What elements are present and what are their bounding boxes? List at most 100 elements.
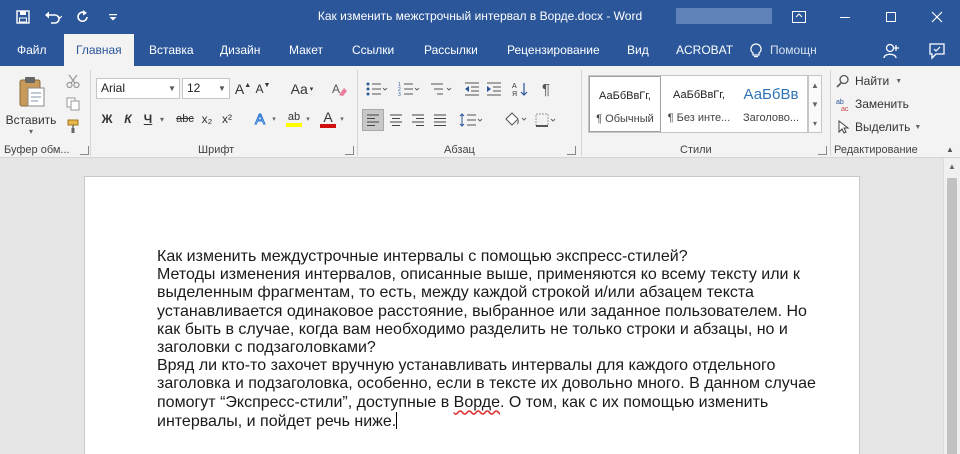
font-launcher-icon[interactable] — [345, 146, 354, 155]
tab-acrobat[interactable]: ACROBAT — [676, 34, 733, 66]
ribbon-tabs: Файл Главная Вставка Дизайн Макет Ссылки… — [0, 34, 960, 67]
text-line: интервалы, и пойдет речь ниже. — [157, 411, 817, 431]
cut-icon[interactable] — [62, 71, 84, 91]
chevron-up-icon[interactable]: ▲ — [809, 76, 821, 95]
styles-gallery-scroll: ▲ ▼ ▾ — [808, 75, 822, 133]
tab-file[interactable]: Файл — [17, 34, 47, 66]
highlight-button[interactable]: ab — [284, 109, 304, 129]
chevron-down-icon[interactable]: ▼ — [165, 79, 179, 98]
select-button[interactable]: Выделить ▼ — [836, 118, 921, 136]
format-painter-icon[interactable] — [62, 116, 84, 136]
document-text[interactable]: Как изменить междустрочные интервалы с п… — [157, 248, 817, 431]
replace-icon: abac — [836, 99, 849, 111]
vertical-scrollbar[interactable]: ▲ — [943, 158, 960, 454]
search-icon — [836, 74, 849, 88]
gallery-more-icon[interactable]: ▾ — [809, 114, 821, 133]
text-line: Вряд ли кто-то захочет вручную устанавли… — [157, 357, 776, 375]
chevron-down-icon[interactable]: ▾ — [304, 109, 312, 129]
tab-design[interactable]: Дизайн — [220, 34, 260, 66]
shrink-font-button[interactable]: A ▼ — [254, 79, 272, 99]
tab-review[interactable]: Рецензирование — [507, 34, 600, 66]
paste-label: Вставить — [5, 113, 57, 127]
tab-mailings[interactable]: Рассылки — [424, 34, 478, 66]
multilevel-list-icon[interactable] — [426, 79, 456, 99]
replace-button[interactable]: ab ac Заменить — [836, 95, 909, 113]
misspelled-word[interactable]: Ворде — [454, 394, 500, 411]
underline-button[interactable]: Ч — [140, 109, 156, 129]
tell-me-search[interactable]: Помощн — [770, 34, 817, 66]
chevron-down-icon: ▼ — [895, 77, 903, 85]
group-divider — [357, 70, 358, 156]
line-spacing-icon[interactable] — [456, 109, 486, 131]
tab-references[interactable]: Ссылки — [352, 34, 394, 66]
chevron-down-icon[interactable]: ▾ — [338, 109, 346, 129]
increase-indent-icon[interactable] — [484, 79, 504, 99]
superscript-button[interactable]: x² — [218, 109, 236, 129]
chevron-down-icon[interactable]: ▾ — [157, 109, 167, 129]
bold-button[interactable]: Ж — [98, 109, 116, 129]
minimize-icon[interactable] — [822, 0, 868, 34]
decrease-indent-icon[interactable] — [462, 79, 482, 99]
text-line: помогут “Экспресс-стили”, доступные в Во… — [157, 394, 817, 412]
sort-icon[interactable]: АЯ — [510, 79, 530, 99]
text-effects-button[interactable]: A — [250, 109, 270, 129]
scroll-up-icon[interactable]: ▲ — [944, 158, 960, 175]
text-line: заголовка и подзаголовка, особенно, если… — [157, 375, 816, 393]
font-size-value: 12 — [187, 81, 201, 95]
chevron-down-icon[interactable]: ▾ — [270, 109, 278, 129]
style-no-spacing[interactable]: АаБбВвГг, ¶ Без инте... — [663, 76, 735, 132]
shading-icon[interactable] — [500, 109, 530, 131]
style-heading-1[interactable]: АаБбВв Заголово... — [735, 76, 807, 132]
share-icon[interactable] — [880, 40, 902, 62]
styles-launcher-icon[interactable] — [818, 146, 827, 155]
align-right-icon[interactable] — [408, 109, 428, 131]
lightbulb-icon — [748, 40, 764, 62]
numbering-icon[interactable]: 123 — [394, 79, 424, 99]
clipboard-launcher-icon[interactable] — [80, 146, 89, 155]
copy-icon[interactable] — [62, 94, 84, 114]
font-size-field[interactable]: 12 ▼ — [182, 78, 230, 99]
chevron-down-icon: ▼ — [914, 123, 922, 131]
borders-icon[interactable] — [532, 109, 562, 131]
maximize-icon[interactable] — [868, 0, 914, 34]
svg-text:A: A — [332, 82, 340, 96]
style-sample: АаБбВвГг, — [673, 89, 725, 101]
justify-icon[interactable] — [430, 109, 450, 131]
align-center-icon[interactable] — [386, 109, 406, 131]
style-sample: АаБбВв — [743, 86, 799, 103]
tab-insert[interactable]: Вставка — [149, 34, 194, 66]
change-case-button[interactable]: Aa ▾ — [288, 79, 316, 99]
font-name-field[interactable]: Arial ▼ — [96, 78, 180, 99]
grow-font-button[interactable]: A ▲ — [234, 79, 252, 99]
strikethrough-button[interactable]: abc — [174, 109, 196, 129]
paste-button[interactable]: Вставить ▾ — [6, 71, 56, 141]
svg-text:ab: ab — [836, 99, 844, 106]
subscript-button[interactable]: x₂ — [198, 109, 216, 129]
document-page[interactable]: Как изменить междустрочные интервалы с п… — [84, 176, 860, 454]
font-color-button[interactable]: A — [318, 109, 338, 129]
pilcrow-icon[interactable]: ¶ — [536, 79, 556, 99]
tab-home[interactable]: Главная — [64, 34, 134, 67]
clear-formatting-icon[interactable]: A — [328, 79, 350, 99]
chevron-down-icon[interactable]: ▼ — [215, 79, 229, 98]
scrollbar-thumb[interactable] — [947, 178, 957, 454]
ribbon-display-options-icon[interactable] — [776, 0, 822, 34]
find-button[interactable]: Найти ▼ — [836, 72, 902, 90]
style-name: ¶ Без инте... — [667, 112, 731, 124]
styles-gallery: АаБбВвГг, ¶ Обычный АаБбВвГг, ¶ Без инте… — [588, 75, 808, 133]
document-area: Как изменить междустрочные интервалы с п… — [0, 158, 960, 454]
italic-button[interactable]: К — [120, 109, 136, 129]
collapse-ribbon-icon[interactable]: ▲ — [944, 144, 956, 154]
chevron-down-icon[interactable]: ▼ — [809, 95, 821, 114]
text-segment: . О том, как с их помощью изменить — [500, 393, 769, 411]
paragraph-launcher-icon[interactable] — [567, 146, 576, 155]
close-icon[interactable] — [914, 0, 960, 34]
feedback-icon[interactable] — [926, 40, 948, 62]
cursor-icon — [838, 120, 850, 134]
style-normal[interactable]: АаБбВвГг, ¶ Обычный — [589, 76, 661, 132]
align-left-icon[interactable] — [362, 109, 384, 131]
tab-layout[interactable]: Макет — [289, 34, 323, 66]
tab-view[interactable]: Вид — [627, 34, 649, 66]
bullets-icon[interactable] — [362, 79, 392, 99]
text-cursor — [396, 411, 398, 429]
